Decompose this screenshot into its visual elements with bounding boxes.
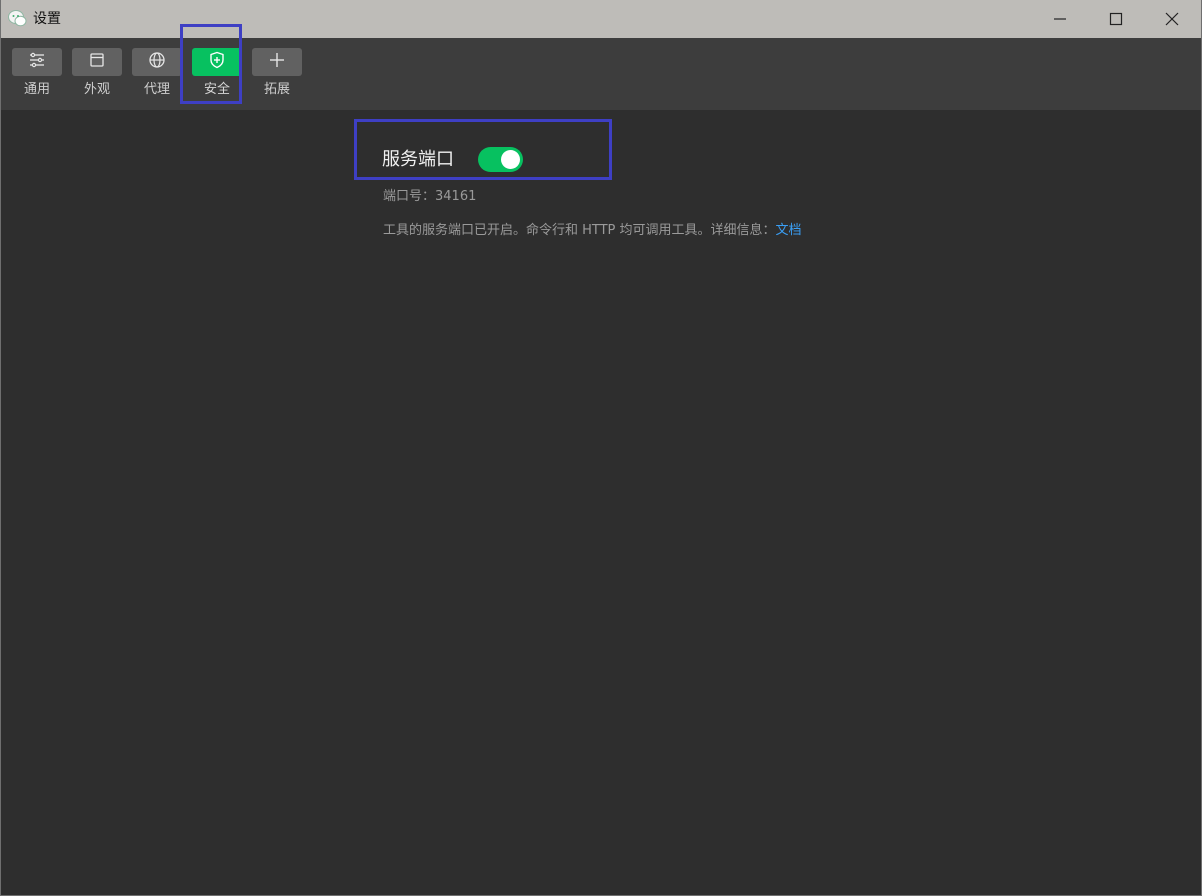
settings-toolbar: 通用 外观 代理 安全 拓展 [1,38,1201,110]
close-button[interactable] [1149,0,1195,38]
port-number-line: 端口号：34161 [383,188,476,206]
tab-security-label: 安全 [203,82,230,97]
tab-extensions-button[interactable] [252,48,302,76]
window-icon [89,52,105,72]
minimize-icon [1053,12,1067,26]
description-text: 工具的服务端口已开启。命令行和 HTTP 均可调用工具。详细信息： [383,223,776,238]
tab-appearance-button[interactable] [72,48,122,76]
tab-extensions[interactable]: 拓展 [252,48,302,104]
tab-extensions-label: 拓展 [263,82,290,97]
tab-proxy-button[interactable] [132,48,182,76]
maximize-icon [1109,12,1123,26]
sliders-icon [28,52,46,72]
shield-icon [209,51,225,73]
port-value: 34161 [435,189,477,204]
window-title: 设置 [33,11,61,27]
tab-general-button[interactable] [12,48,62,76]
close-icon [1165,12,1179,26]
minimize-button[interactable] [1037,0,1083,38]
toggle-knob [501,150,520,169]
tab-proxy-label: 代理 [143,82,170,97]
plus-icon [268,51,286,73]
port-label: 端口号： [383,189,436,204]
title-bar: 设置 [1,0,1201,38]
tab-security-button[interactable] [192,48,242,76]
service-port-description: 工具的服务端口已开启。命令行和 HTTP 均可调用工具。详细信息：文档 [383,222,802,240]
settings-window: 设置 通用 外观 代理 安全 拓展 服务端口 端口号：34161 工具的服务端口… [0,0,1202,896]
tab-proxy[interactable]: 代理 [132,48,182,104]
tab-appearance[interactable]: 外观 [72,48,122,104]
service-port-toggle[interactable] [478,147,523,172]
docs-link[interactable]: 文档 [776,223,802,238]
tab-general[interactable]: 通用 [12,48,62,104]
app-logo-icon [8,9,27,28]
tab-appearance-label: 外观 [83,82,110,97]
globe-icon [148,51,166,73]
tab-general-label: 通用 [23,82,50,97]
tab-security[interactable]: 安全 [192,48,242,104]
maximize-button[interactable] [1093,0,1139,38]
service-port-title: 服务端口 [382,149,454,170]
